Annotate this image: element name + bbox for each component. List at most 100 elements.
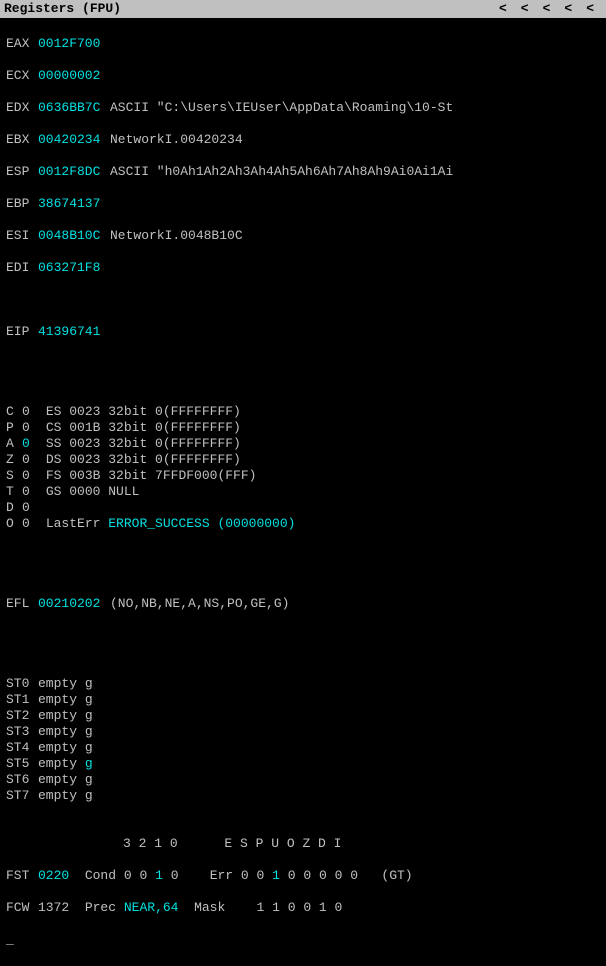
fpu-row[interactable]: ST4empty g	[6, 740, 600, 756]
flag-name: D	[6, 500, 22, 516]
fpu-name: ST5	[6, 756, 38, 772]
reg-row: EBP38674137	[6, 196, 600, 212]
fpu-row[interactable]: ST1empty g	[6, 692, 600, 708]
reg-value[interactable]: 0636BB7C	[38, 100, 110, 116]
fcw-row: FCW1372 Prec NEAR,64 Mask 1 1 0 0 1 0	[6, 900, 600, 916]
reg-value[interactable]: 00420234	[38, 132, 110, 148]
reg-value[interactable]: 063271F8	[38, 260, 110, 276]
flag-bit[interactable]: 0	[22, 452, 38, 468]
fpu-status: empty	[38, 692, 85, 708]
flag-row[interactable]: Z0 DS 0023 32bit 0(FFFFFFFF)	[6, 452, 600, 468]
fpu-value: g	[85, 708, 93, 724]
reg-row: EAX0012F700	[6, 36, 600, 52]
fpu-value: g	[85, 740, 93, 756]
flag-row[interactable]: D0	[6, 500, 600, 516]
fpu-status: empty	[38, 676, 85, 692]
seg-name: SS	[46, 436, 69, 452]
reg-name: ESP	[6, 164, 38, 180]
blank-row	[6, 292, 600, 308]
fpu-value: g	[85, 724, 93, 740]
scroll-arrow[interactable]: <	[499, 1, 507, 17]
reg-value[interactable]: 38674137	[38, 196, 110, 212]
reg-comment: NetworkI.0048B10C	[110, 228, 243, 244]
reg-name: EBX	[6, 132, 38, 148]
efl-label: EFL	[6, 596, 38, 612]
scroll-arrow[interactable]: <	[521, 1, 529, 17]
err-bit[interactable]: 0	[335, 868, 351, 883]
flag-row[interactable]: T0 GS 0000 NULL	[6, 484, 600, 500]
fpu-status: empty	[38, 740, 85, 756]
titlebar: Registers (FPU) < < < < <	[0, 0, 606, 18]
cond-label: Cond	[85, 868, 116, 884]
reg-name: EDX	[6, 100, 38, 116]
err-bit[interactable]: 0	[257, 868, 273, 883]
flag-bit[interactable]: 0	[22, 500, 38, 516]
fpu-row[interactable]: ST3empty g	[6, 724, 600, 740]
err-bit[interactable]: 0	[303, 868, 319, 883]
seg-value[interactable]: 0023	[69, 452, 108, 468]
fcw-value[interactable]: 1372	[38, 900, 69, 916]
reg-name: ECX	[6, 68, 38, 84]
flag-row[interactable]: S0 FS 003B 32bit 7FFDF000(FFF)	[6, 468, 600, 484]
efl-value[interactable]: 00210202	[38, 596, 110, 612]
scroll-arrow[interactable]: <	[586, 1, 594, 17]
cond-bit[interactable]: 1	[155, 868, 171, 883]
flag-bit[interactable]: 0	[22, 404, 38, 420]
lasterr-value[interactable]: ERROR_SUCCESS (00000000)	[108, 516, 295, 532]
fpu-name: ST3	[6, 724, 38, 740]
registers-content[interactable]: EAX0012F700 ECX00000002 EDX0636BB7CASCII…	[0, 18, 606, 966]
err-bit[interactable]: 0	[319, 868, 335, 883]
flag-bit[interactable]: 0	[22, 484, 38, 500]
flag-name: S	[6, 468, 22, 484]
flag-row[interactable]: P0 CS 001B 32bit 0(FFFFFFFF)	[6, 420, 600, 436]
reg-value[interactable]: 0012F700	[38, 36, 110, 52]
efl-row: EFL00210202(NO,NB,NE,A,NS,PO,GE,G)	[6, 596, 600, 612]
reg-value[interactable]: 0012F8DC	[38, 164, 110, 180]
fpu-value: g	[85, 772, 93, 788]
prec-label: Prec	[85, 900, 116, 916]
reg-row: EDX0636BB7CASCII "C:\Users\IEUser\AppDat…	[6, 100, 600, 116]
cond-bit[interactable]: 0	[124, 868, 140, 883]
fpu-row[interactable]: ST5empty g	[6, 756, 600, 772]
flag-bit[interactable]: 0	[22, 420, 38, 436]
seg-name: FS	[46, 468, 69, 484]
fpu-row[interactable]: ST0empty g	[6, 676, 600, 692]
fpu-name: ST1	[6, 692, 38, 708]
flag-bit[interactable]: 0	[22, 516, 38, 532]
caret-row: _	[6, 932, 600, 948]
flag-row[interactable]: C0 ES 0023 32bit 0(FFFFFFFF)	[6, 404, 600, 420]
fst-value[interactable]: 0220	[38, 868, 69, 884]
reg-row: EDI063271F8	[6, 260, 600, 276]
scroll-arrow[interactable]: <	[564, 1, 572, 17]
err-bit[interactable]: 0	[241, 868, 257, 883]
fpu-row[interactable]: ST2empty g	[6, 708, 600, 724]
reg-name: ESI	[6, 228, 38, 244]
reg-value[interactable]: 41396741	[38, 324, 110, 340]
seg-desc: 32bit 0(FFFFFFFF)	[108, 452, 241, 468]
scroll-arrow[interactable]: <	[543, 1, 551, 17]
fst-header-text: 3 2 1 0 E S P U O Z D I	[6, 836, 341, 852]
reg-value[interactable]: 00000002	[38, 68, 110, 84]
flag-bit[interactable]: 0	[22, 468, 38, 484]
flag-bit[interactable]: 0	[22, 436, 38, 452]
err-bit[interactable]: 1	[272, 868, 288, 883]
flag-row[interactable]: O0 LastErr ERROR_SUCCESS (00000000)	[6, 516, 600, 532]
cond-bit[interactable]: 0	[139, 868, 155, 883]
seg-value[interactable]: 0023	[69, 404, 108, 420]
reg-value[interactable]: 0048B10C	[38, 228, 110, 244]
fpu-name: ST2	[6, 708, 38, 724]
seg-name: ES	[46, 404, 69, 420]
fpu-row[interactable]: ST7empty g	[6, 788, 600, 804]
err-bit[interactable]: 0	[288, 868, 304, 883]
seg-value[interactable]: 003B	[69, 468, 108, 484]
err-label: Err	[210, 868, 233, 884]
cond-bit[interactable]: 0	[171, 868, 187, 883]
flag-row[interactable]: A0 SS 0023 32bit 0(FFFFFFFF)	[6, 436, 600, 452]
seg-value[interactable]: 001B	[69, 420, 108, 436]
fpu-row[interactable]: ST6empty g	[6, 772, 600, 788]
seg-value[interactable]: 0000	[69, 484, 108, 500]
err-bit[interactable]: 0	[350, 868, 366, 883]
fpu-status: empty	[38, 708, 85, 724]
reg-name: EBP	[6, 196, 38, 212]
seg-value[interactable]: 0023	[69, 436, 108, 452]
